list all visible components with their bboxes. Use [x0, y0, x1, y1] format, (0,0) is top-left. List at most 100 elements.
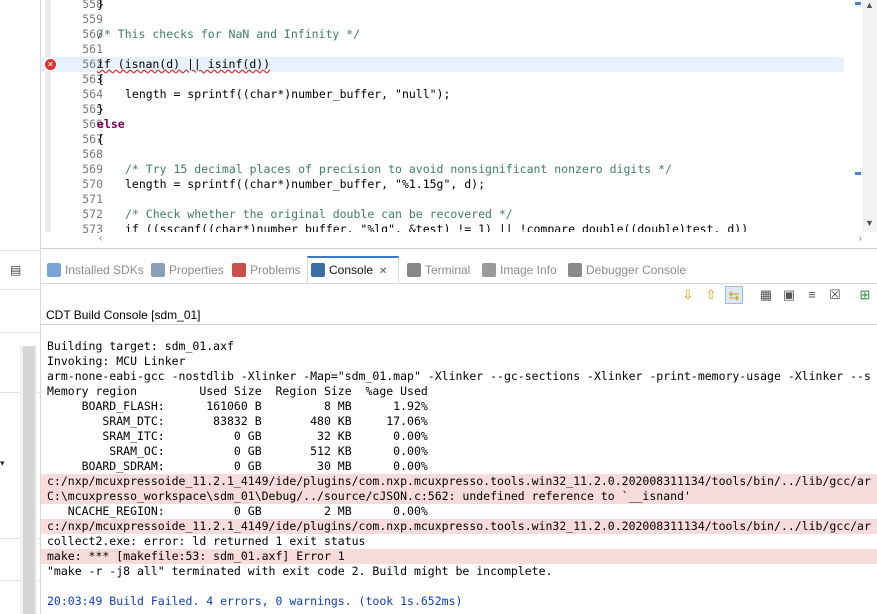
close-icon[interactable]: ✕	[379, 266, 387, 277]
code-line[interactable]: 570 length = sprintf((char*)number_buffer…	[41, 177, 844, 192]
console-line: SRAM_ITC: 0 GB 32 KB 0.00%	[47, 429, 428, 443]
console-title: CDT Build Console [sdm_01]	[46, 308, 201, 322]
code-line[interactable]: 558}	[41, 0, 844, 12]
view-tab-bar: Installed SDKs Properties Problems Console ✕…	[41, 256, 877, 284]
code-line[interactable]: 563{	[41, 72, 844, 87]
line-number: 570	[82, 177, 103, 191]
left-scrollbar[interactable]	[20, 346, 37, 614]
console-line: BOARD_FLASH: 161060 B 8 MB 1.92%	[47, 399, 428, 413]
code-line[interactable]: 568	[41, 147, 844, 162]
console-error-line[interactable]: C:\mcuxpresso_workspace\sdm_01\Debug/../…	[47, 489, 691, 504]
tab-label: Problems	[250, 263, 301, 277]
code-line[interactable]: 561	[41, 42, 844, 57]
left-scrollbar-thumb[interactable]	[23, 346, 35, 614]
code-line[interactable]: 572 /* Check whether the original double …	[41, 207, 844, 222]
console-line: Memory region Used Size Region Size %age…	[47, 384, 428, 398]
console-line: NCACHE_REGION: 0 GB 2 MB 0.00%	[47, 504, 428, 518]
tab-label: Terminal	[425, 263, 471, 277]
code-line[interactable]: 567{	[41, 132, 844, 147]
code-text: length = sprintf((char*)number_buffer, "…	[125, 87, 451, 101]
code-line[interactable]: 565}	[41, 102, 844, 117]
chevron-down-icon[interactable]: ▾	[0, 458, 5, 469]
line-number: 568	[82, 147, 103, 161]
console-line: collect2.exe: error: ld returned 1 exit …	[47, 534, 366, 548]
line-number: 569	[82, 162, 103, 176]
code-editor[interactable]: 558} 559 560/* This checks for NaN and Inf…	[41, 0, 877, 249]
error-icon[interactable]: ✕	[45, 59, 56, 70]
line-number: 559	[82, 12, 103, 26]
code-text: /* This checks for NaN and Infinity */	[97, 27, 361, 41]
pin-console-icon[interactable]: ▣	[780, 286, 798, 304]
overview-warning-mark[interactable]	[855, 172, 861, 175]
tab-debugger-console[interactable]: Debugger Console	[568, 260, 686, 280]
line-number: 561	[82, 42, 103, 56]
line-number: 571	[82, 192, 103, 206]
code-text: if (isnan(d) || isinf(d))	[97, 57, 271, 71]
image-info-icon	[482, 263, 496, 277]
overview-error-mark[interactable]	[855, 2, 861, 5]
scroll-left-arrow-icon[interactable]: ‹	[99, 233, 102, 244]
tab-properties[interactable]: Properties	[151, 260, 224, 280]
clear-console-icon[interactable]: ▦	[757, 286, 775, 304]
tab-label: Image Info	[500, 263, 557, 277]
console-line: arm-none-eabi-gcc -nostdlib -Xlinker -Ma…	[47, 369, 871, 383]
code-line[interactable]: 559	[41, 12, 844, 27]
minimized-view-icon[interactable]: ▤	[10, 263, 21, 277]
console-line: SRAM_OC: 0 GB 512 KB 0.00%	[47, 444, 428, 458]
code-text: }	[97, 102, 104, 116]
remove-console-icon[interactable]: ☒	[826, 286, 844, 304]
tab-installed-sdks[interactable]: Installed SDKs	[47, 260, 144, 280]
console-line: SRAM_DTC: 83832 B 480 KB 17.06%	[47, 414, 428, 428]
tab-label: Properties	[169, 263, 224, 277]
scroll-up-icon[interactable]: ⇧	[702, 286, 720, 304]
code-text: length = sprintf((char*)number_buffer, "…	[125, 177, 486, 191]
console-line: Building target: sdm_01.axf	[47, 339, 234, 353]
code-text: /* Check whether the original double can…	[125, 207, 513, 221]
properties-icon	[151, 263, 165, 277]
scroll-down-icon[interactable]: ⇩	[679, 286, 697, 304]
link-console-icon[interactable]: ⇆	[725, 286, 743, 304]
scroll-down-arrow-icon[interactable]: ▼	[865, 218, 874, 228]
scroll-right-arrow-icon[interactable]: ›	[859, 233, 862, 244]
console-error-line[interactable]: make: *** [makefile:53: sdm_01.axf] Erro…	[47, 549, 345, 564]
code-line[interactable]: 564 length = sprintf((char*)number_buffer…	[41, 87, 844, 102]
scroll-up-arrow-icon[interactable]: ▲	[865, 0, 874, 10]
new-console-icon[interactable]: ⊞	[856, 286, 874, 304]
console-toolbar: ⇩ ⇧ ⇆ ▦ ▣ ≡ ☒ ⊞	[41, 284, 877, 306]
display-selected-icon[interactable]: ≡	[803, 286, 821, 304]
code-text: {	[97, 72, 104, 86]
line-number: 573	[82, 222, 103, 236]
code-text: }	[97, 0, 104, 11]
terminal-icon	[407, 263, 421, 277]
overview-ruler	[855, 0, 861, 232]
tab-label: Installed SDKs	[65, 263, 144, 277]
code-text: else	[97, 117, 125, 131]
line-number: 564	[82, 87, 103, 101]
code-text: {	[97, 132, 104, 146]
tab-problems[interactable]: Problems	[232, 260, 301, 280]
console-error-line[interactable]: c:/nxp/mcuxpressoide_11.2.1_4149/ide/plu…	[47, 519, 871, 534]
code-line[interactable]: 569 /* Try 15 decimal places of precision…	[41, 162, 844, 177]
sdk-icon	[47, 263, 61, 277]
tab-label: Console	[329, 263, 374, 277]
line-number: 572	[82, 207, 103, 221]
divider	[41, 324, 877, 325]
tab-console[interactable]: Console ✕	[311, 260, 387, 280]
tab-image-info[interactable]: Image Info	[482, 260, 557, 280]
console-output[interactable]: Building target: sdm_01.axf Invoking: MCU…	[41, 326, 877, 614]
code-line[interactable]: 571	[41, 192, 844, 207]
console-error-line[interactable]: c:/nxp/mcuxpressoide_11.2.1_4149/ide/plu…	[47, 474, 871, 489]
code-line[interactable]: 566 else	[41, 117, 844, 132]
console-line: Invoking: MCU Linker	[47, 354, 186, 368]
tab-terminal[interactable]: Terminal	[407, 260, 470, 280]
console-icon	[311, 263, 325, 277]
code-line[interactable]: 562 ✕ if (isnan(d) || isinf(d))	[41, 57, 844, 72]
console-line: "make -r -j8 all" terminated with exit c…	[47, 564, 553, 578]
tab-label: Debugger Console	[586, 263, 687, 277]
code-text: /* Try 15 decimal places of precision to…	[125, 162, 672, 176]
editor-horizontal-scrollbar[interactable]: ‹ ›	[99, 232, 862, 247]
console-line: BOARD_SDRAM: 0 GB 30 MB 0.00%	[47, 459, 428, 473]
build-summary: 20:03:49 Build Failed. 4 errors, 0 warni…	[47, 594, 463, 608]
editor-vertical-scrollbar[interactable]: ▲ ▼	[862, 0, 877, 232]
code-line[interactable]: 560/* This checks for NaN and Infinity *…	[41, 27, 844, 42]
